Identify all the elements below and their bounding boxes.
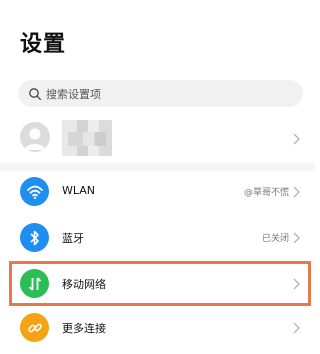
settings-screen: 设置 搜索设置项 WLAN @草哥不慌 蓝牙 已关闭 移动网络 更多连接 — [0, 0, 315, 354]
settings-item-wlan[interactable]: WLAN @草哥不慌 — [0, 172, 315, 212]
settings-item-more-connections[interactable]: 更多连接 — [0, 308, 315, 348]
search-icon — [29, 87, 42, 100]
section-divider — [0, 163, 315, 171]
settings-item-label: WLAN — [62, 184, 96, 197]
chevron-right-icon — [293, 186, 300, 198]
avatar — [20, 122, 50, 152]
settings-item-label: 更多连接 — [62, 322, 106, 335]
chevron-right-icon — [293, 133, 300, 145]
account-name-blurred — [62, 120, 112, 156]
user-avatar-icon — [25, 128, 45, 150]
settings-item-label: 蓝牙 — [62, 232, 84, 245]
bluetooth-status: 已关闭 — [261, 234, 289, 244]
wifi-icon — [20, 177, 49, 206]
account-row[interactable] — [0, 118, 315, 158]
search-input[interactable]: 搜索设置项 — [18, 80, 303, 107]
highlight-frame — [9, 261, 311, 306]
chevron-right-icon — [293, 232, 300, 244]
link-icon — [20, 313, 49, 342]
chevron-right-icon — [293, 322, 300, 334]
settings-item-bluetooth[interactable]: 蓝牙 已关闭 — [0, 218, 315, 258]
bluetooth-icon — [20, 223, 49, 252]
wlan-status: @草哥不慌 — [243, 188, 289, 198]
search-placeholder: 搜索设置项 — [46, 87, 101, 101]
page-title: 设置 — [20, 32, 67, 57]
